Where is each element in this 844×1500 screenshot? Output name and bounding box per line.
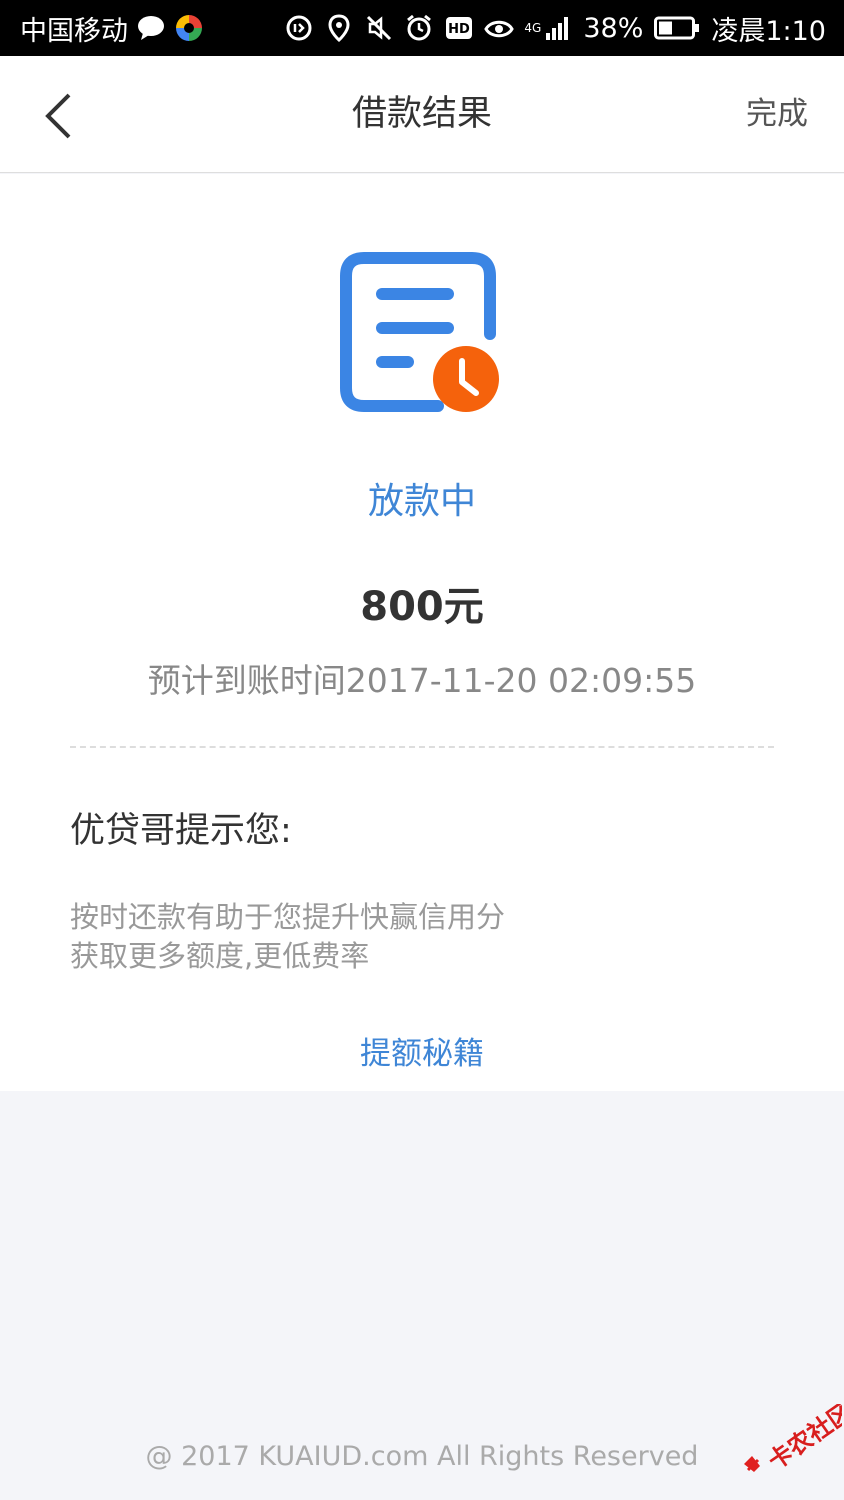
nav-bar: 借款结果 完成 [0,56,844,173]
arrival-time: 预计到账时间2017-11-20 02:09:55 [0,654,844,702]
data-saver-icon [284,13,314,43]
svg-text:HD: HD [449,22,471,37]
loan-status: 放款中 [367,481,476,522]
signal-icon [543,13,573,43]
document-clock-icon [336,248,506,420]
tip-line: 按时还款有助于您提升快赢信用分 [70,900,506,934]
watermark-text: 卡农社区 [763,1404,842,1475]
tip-title: 优贷哥提示您: [70,811,292,851]
credit-boost-link[interactable]: 提额秘籍 [0,1028,844,1073]
arrival-time-value: 2017-11-20 02:09:55 [345,661,697,700]
tip-line: 获取更多额度,更低费率 [70,939,370,973]
eye-icon [484,13,515,43]
location-icon [324,13,354,43]
result-card: 放款中 800元 预计到账时间2017-11-20 02:09:55 优贷哥提示… [0,174,844,1091]
status-left: 中国移动 [20,9,204,48]
alarm-icon [404,13,434,43]
clock: 凌晨1:10 [711,15,826,47]
app-icon [174,13,204,43]
mute-icon [364,13,394,43]
dashed-divider [70,746,774,748]
network-type: 4G [524,21,542,35]
battery-percent: 38% [583,12,644,44]
copyright-footer: @ 2017 KUAIUD.com All Rights Reserved [145,1441,699,1472]
status-bar: 中国移动 HD 4G 38% 凌晨1:10 [0,0,844,56]
message-icon [136,13,166,43]
tip-body: 按时还款有助于您提升快赢信用分 获取更多额度,更低费率 [70,898,505,976]
loan-amount: 800元 [360,584,484,630]
battery-icon [653,13,701,43]
page-title: 借款结果 [351,94,492,134]
watermark-logo: 卡农社区 [738,1397,844,1484]
chevron-left-icon [45,93,71,139]
arrival-time-label: 预计到账时间 [147,661,346,700]
carrier-name: 中国移动 [20,15,128,47]
hd-icon: HD [444,13,474,43]
status-right: HD 4G 38% 凌晨1:10 [284,9,826,48]
back-button[interactable] [28,86,88,146]
done-button[interactable]: 完成 [746,56,808,173]
